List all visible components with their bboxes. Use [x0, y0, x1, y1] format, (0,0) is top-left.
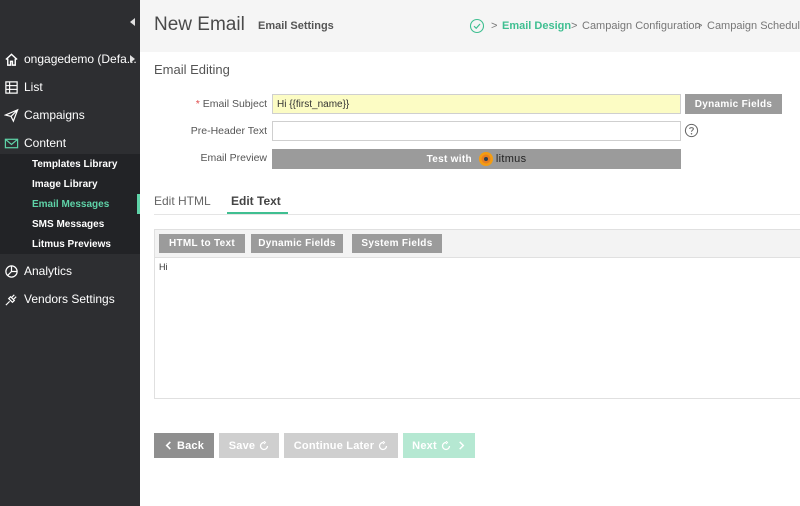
active-indicator: [137, 194, 140, 214]
tab-edit-text[interactable]: Edit Text: [231, 194, 281, 208]
help-icon[interactable]: [684, 123, 699, 138]
step-separator: >: [696, 20, 703, 32]
envelope-icon: [3, 135, 19, 151]
sidebar-subitem-email-messages[interactable]: Email Messages: [0, 194, 140, 214]
email-preview-label: Email Preview: [200, 152, 267, 164]
save-button[interactable]: Save: [219, 433, 279, 458]
sidebar: ongagedemo (Defa... List Campaigns Conte…: [0, 0, 140, 506]
step-email-settings[interactable]: Email Settings: [258, 20, 334, 32]
plug-icon: [3, 291, 19, 307]
chevron-left-icon: [165, 441, 171, 450]
dynamic-fields-button[interactable]: Dynamic Fields: [685, 94, 782, 114]
email-subject-input[interactable]: Hi {{first_name}}: [272, 94, 681, 114]
test-with-litmus-button[interactable]: Test with litmus: [272, 149, 681, 169]
pre-header-label: Pre-Header Text: [190, 125, 267, 137]
required-mark: *: [195, 98, 200, 110]
litmus-brand-text: litmus: [495, 153, 527, 165]
step-campaign-configuration[interactable]: Campaign Configuration: [582, 20, 701, 32]
sidebar-item-label: Campaigns: [24, 108, 85, 122]
tabs-divider: [154, 214, 800, 215]
editor-dynamic-fields-button[interactable]: Dynamic Fields: [251, 234, 343, 253]
sidebar-item-label: Analytics: [24, 264, 73, 278]
sidebar-item-campaigns[interactable]: Campaigns: [0, 103, 140, 127]
home-icon: [3, 51, 19, 67]
check-circle-icon: [469, 18, 485, 34]
sidebar-item-content[interactable]: Content: [0, 131, 140, 155]
section-title: Email Editing: [154, 62, 230, 77]
back-button[interactable]: Back: [154, 433, 214, 458]
sidebar-subitem-templates-library[interactable]: Templates Library: [0, 154, 140, 174]
email-subject-label: * Email Subject: [147, 98, 267, 110]
tab-edit-html[interactable]: Edit HTML: [154, 194, 211, 208]
step-separator: >: [491, 20, 498, 32]
caret-right-icon: [130, 55, 135, 63]
next-button[interactable]: Next: [403, 433, 475, 458]
editor-toolbar: HTML to Text Dynamic Fields System Field…: [155, 230, 800, 258]
editor-content[interactable]: Hi: [159, 262, 168, 272]
account-selector[interactable]: ongagedemo (Defa...: [0, 47, 140, 71]
collapse-sidebar-icon[interactable]: [130, 18, 135, 26]
litmus-logo: litmus: [478, 151, 527, 167]
sidebar-item-label: Vendors Settings: [24, 292, 115, 306]
spinner-icon: [379, 440, 388, 450]
text-editor[interactable]: HTML to Text Dynamic Fields System Field…: [154, 229, 800, 399]
email-subject-label-text: Email Subject: [202, 98, 267, 110]
spinner-icon: [441, 440, 450, 450]
next-label: Next: [412, 439, 437, 452]
content-submenu: Templates Library Image Library Email Me…: [0, 154, 140, 254]
sidebar-item-label: Content: [24, 136, 67, 150]
chevron-right-icon: [459, 441, 465, 450]
page-title: New Email: [154, 14, 245, 35]
sidebar-subitem-litmus-previews[interactable]: Litmus Previews: [0, 234, 140, 254]
system-fields-button[interactable]: System Fields: [352, 234, 442, 253]
sidebar-item-label: List: [24, 80, 43, 94]
test-with-label: Test with: [426, 153, 472, 165]
continue-later-button[interactable]: Continue Later: [284, 433, 398, 458]
save-label: Save: [228, 439, 256, 452]
sidebar-item-analytics[interactable]: Analytics: [0, 259, 140, 283]
continue-later-label: Continue Later: [293, 439, 375, 452]
sidebar-item-list[interactable]: List: [0, 75, 140, 99]
step-email-design[interactable]: Email Design: [502, 20, 571, 32]
spinner-icon: [260, 440, 269, 450]
back-label: Back: [176, 439, 205, 452]
litmus-logo-icon: [478, 152, 493, 166]
pie-chart-icon: [3, 263, 19, 279]
list-icon: [3, 79, 19, 95]
page-header: New Email Email Settings > Email Design …: [140, 0, 800, 52]
pre-header-input[interactable]: [272, 121, 681, 141]
step-separator: >: [571, 20, 578, 32]
paper-plane-icon: [3, 107, 19, 123]
sidebar-subitem-sms-messages[interactable]: SMS Messages: [0, 214, 140, 234]
sidebar-item-vendors-settings[interactable]: Vendors Settings: [0, 287, 140, 311]
sidebar-subitem-image-library[interactable]: Image Library: [0, 174, 140, 194]
account-label: ongagedemo (Defa...: [24, 52, 137, 66]
html-to-text-button[interactable]: HTML to Text: [159, 234, 245, 253]
step-campaign-scheduling[interactable]: Campaign Scheduling: [707, 20, 800, 32]
